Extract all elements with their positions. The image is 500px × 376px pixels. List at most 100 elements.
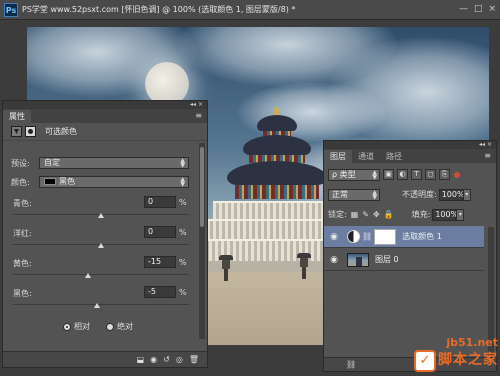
view-previous-icon[interactable]: ◉ bbox=[150, 355, 157, 364]
cyan-label: 青色: bbox=[13, 199, 32, 208]
layer-mask-icon[interactable] bbox=[25, 126, 36, 137]
window-controls: — □ × bbox=[459, 4, 496, 14]
fill-input[interactable]: 100% bbox=[432, 208, 458, 221]
magenta-label: 洋红: bbox=[13, 229, 32, 238]
tab-properties[interactable]: 属性 bbox=[3, 110, 31, 123]
filter-row: ρ 类型 ▲ ▼ ▣ ◐ T ◻ ⎘ bbox=[328, 168, 460, 181]
preset-dropdown[interactable]: 自定 ▲ ▼ bbox=[39, 157, 189, 169]
temple-roof-top bbox=[257, 115, 297, 131]
temple-roof-bottom bbox=[227, 161, 327, 185]
colors-dropdown[interactable]: 黑色 ▲ ▼ bbox=[39, 176, 189, 188]
radio-unselected-icon bbox=[106, 322, 114, 331]
panel-menu-icon[interactable]: ≡ bbox=[484, 151, 491, 160]
opacity-label: 不透明度: bbox=[402, 190, 437, 199]
magenta-slider-thumb[interactable] bbox=[98, 243, 104, 248]
properties-title: 可选颜色 bbox=[45, 127, 77, 136]
lock-position-icon[interactable]: ✥ bbox=[373, 210, 380, 219]
close-button[interactable]: × bbox=[488, 4, 496, 14]
photoshop-logo-icon: Ps bbox=[4, 2, 18, 17]
temple-roof-middle bbox=[243, 135, 311, 155]
properties-scrollbar[interactable] bbox=[199, 143, 205, 339]
type-filter-icon[interactable]: T bbox=[411, 169, 422, 180]
trash-icon[interactable]: 🗑 bbox=[189, 355, 199, 364]
absolute-label: 绝对 bbox=[117, 322, 133, 331]
layer-name: 图层 0 bbox=[375, 255, 399, 264]
black-unit: % bbox=[179, 288, 187, 297]
yellow-unit: % bbox=[179, 258, 187, 267]
lock-pixels-icon[interactable]: ✎ bbox=[362, 210, 369, 219]
panel-collapse-bar[interactable]: ◂◂ × bbox=[3, 101, 207, 109]
watermark-logo-icon: ✓ bbox=[414, 350, 436, 372]
chevron-updown-icon: ▲ ▼ bbox=[180, 176, 185, 188]
black-label: 黑色: bbox=[13, 289, 32, 298]
clip-to-layer-icon[interactable]: ⬓ bbox=[137, 355, 145, 364]
tab-paths[interactable]: 路径 bbox=[380, 150, 408, 163]
link-icon[interactable]: ⛓ bbox=[346, 360, 356, 369]
chevron-down-icon[interactable]: ▾ bbox=[456, 208, 465, 221]
eye-icon[interactable]: ◉ bbox=[324, 232, 344, 242]
properties-panel: ◂◂ × 属性 ≡ 可选颜色 预设: 自定 ▲ ▼ 颜色: 黑色 ▲ ▼ 青色: 0… bbox=[2, 100, 208, 368]
filter-kind-dropdown[interactable]: ρ 类型 ▲ ▼ bbox=[328, 168, 380, 181]
magenta-unit: % bbox=[179, 228, 187, 237]
shape-filter-icon[interactable]: ◻ bbox=[425, 169, 436, 180]
relative-label: 相对 bbox=[74, 322, 90, 331]
maximize-button[interactable]: □ bbox=[474, 4, 483, 14]
layer-row-layer-0[interactable]: ◉ 图层 0 bbox=[324, 249, 484, 271]
colors-value: 黑色 bbox=[59, 177, 75, 186]
eye-icon[interactable]: ◉ bbox=[324, 255, 344, 265]
black-input[interactable]: -5 bbox=[144, 286, 176, 298]
chevron-down-icon[interactable]: ▾ bbox=[462, 188, 471, 201]
lock-row: 锁定: ▦ ✎ ✥ 🔒 填充: 100% ▾ bbox=[328, 208, 465, 221]
reset-icon[interactable]: ↺ bbox=[163, 355, 170, 364]
stone-lantern bbox=[297, 253, 311, 279]
smart-object-filter-icon[interactable]: ⎘ bbox=[439, 169, 450, 180]
layer-thumbnail bbox=[347, 252, 369, 267]
temple-terrace bbox=[213, 201, 341, 219]
adjustment-type-icon[interactable] bbox=[11, 126, 22, 137]
colors-row: 颜色: 黑色 ▲ ▼ bbox=[11, 176, 189, 188]
scrollbar-thumb[interactable] bbox=[200, 147, 204, 227]
layers-tab-row: 图层 通道 路径 ≡ bbox=[324, 149, 496, 163]
color-swatch bbox=[44, 178, 56, 185]
yellow-slider-track[interactable] bbox=[13, 274, 189, 275]
relative-radio[interactable]: 相对 bbox=[63, 321, 90, 332]
layer-name: 选取颜色 1 bbox=[402, 232, 442, 241]
temple-band bbox=[235, 185, 319, 199]
lock-transparent-icon[interactable]: ▦ bbox=[351, 210, 359, 219]
absolute-radio[interactable]: 绝对 bbox=[106, 321, 133, 332]
minimize-button[interactable]: — bbox=[459, 4, 468, 14]
preset-label: 预设: bbox=[11, 158, 30, 168]
visibility-icon[interactable]: ◎ bbox=[176, 355, 183, 364]
panel-menu-icon[interactable]: ≡ bbox=[195, 111, 202, 120]
colors-label: 颜色: bbox=[11, 177, 30, 187]
magenta-input[interactable]: 0 bbox=[144, 226, 176, 238]
yellow-input[interactable]: -15 bbox=[144, 256, 176, 268]
link-icon[interactable]: ⛓ bbox=[362, 232, 372, 241]
properties-footer: ⬓ ◉ ↺ ◎ 🗑 bbox=[3, 351, 207, 367]
pixel-filter-icon[interactable]: ▣ bbox=[383, 169, 394, 180]
yellow-label: 黄色: bbox=[13, 259, 32, 268]
black-slider-thumb[interactable] bbox=[93, 303, 100, 308]
radio-selected-icon bbox=[63, 322, 71, 331]
panel-collapse-bar[interactable]: ◂◂ × bbox=[324, 141, 496, 149]
stone-lantern bbox=[219, 255, 233, 281]
layer-row-selective-color[interactable]: ◉ ⛓ 选取颜色 1 bbox=[324, 226, 484, 248]
cyan-slider-thumb[interactable] bbox=[98, 213, 104, 218]
filter-toggle-icon[interactable] bbox=[454, 171, 460, 178]
tab-layers[interactable]: 图层 bbox=[324, 150, 352, 163]
lock-all-icon[interactable]: 🔒 bbox=[384, 210, 394, 219]
adjustment-filter-icon[interactable]: ◐ bbox=[397, 169, 408, 180]
preset-row: 预设: 自定 ▲ ▼ bbox=[11, 157, 189, 169]
preset-value: 自定 bbox=[44, 158, 60, 167]
blend-mode-dropdown[interactable]: 正常 ▲ ▼ bbox=[328, 188, 380, 201]
chevron-updown-icon: ▲ ▼ bbox=[372, 188, 377, 201]
black-slider-track[interactable] bbox=[13, 304, 189, 305]
opacity-input[interactable]: 100% bbox=[438, 188, 465, 201]
watermark-line: ✓ 脚本之家 bbox=[414, 349, 498, 372]
tab-channels[interactable]: 通道 bbox=[352, 150, 380, 163]
watermark-name: 脚本之家 bbox=[438, 351, 498, 368]
blend-row: 正常 ▲ ▼ 不透明度: 100% ▾ bbox=[328, 188, 471, 201]
yellow-slider-thumb[interactable] bbox=[84, 273, 91, 278]
cyan-input[interactable]: 0 bbox=[144, 196, 176, 208]
layer-mask-thumbnail[interactable] bbox=[374, 228, 397, 245]
